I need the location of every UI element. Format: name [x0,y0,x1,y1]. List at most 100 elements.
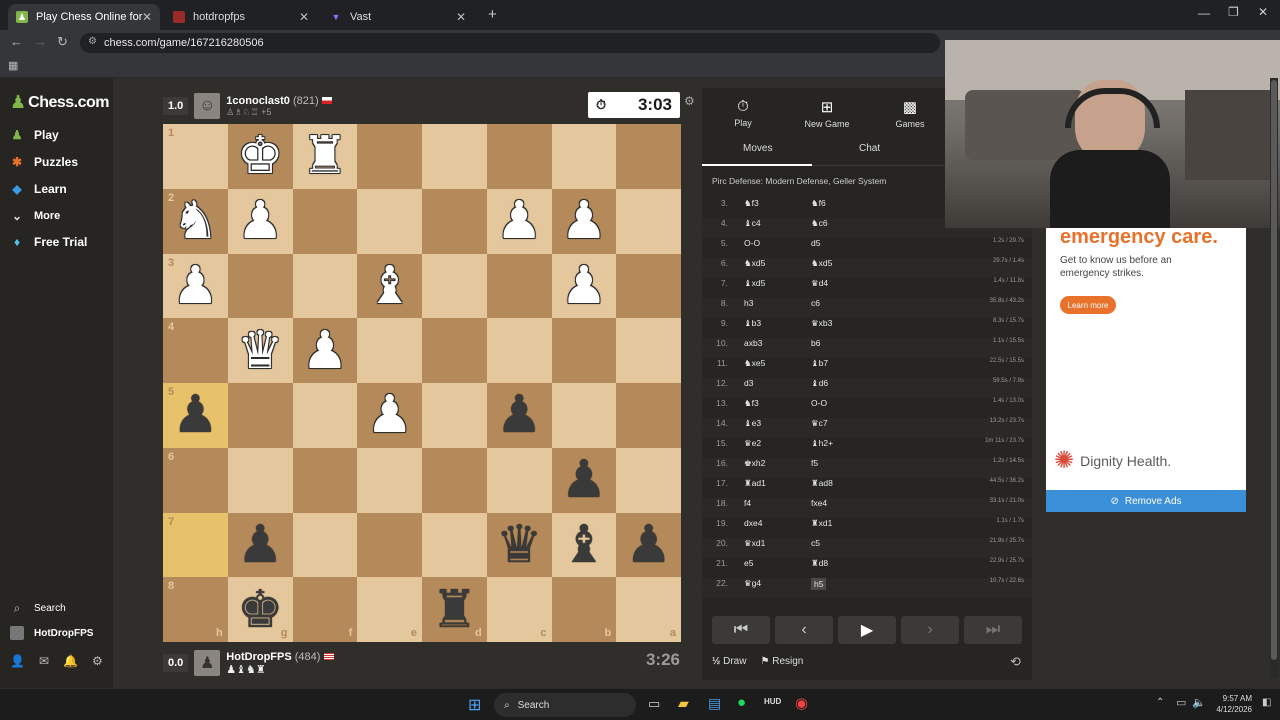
black-move[interactable]: c6 [811,298,820,308]
play-moves-button[interactable]: ▶ [838,616,896,644]
board-square[interactable] [422,318,487,383]
board-square[interactable] [616,383,681,448]
board-square[interactable] [422,253,487,319]
white-move[interactable]: ♞xe5 [744,358,765,369]
white-move[interactable]: ♚xh2 [744,458,765,469]
board-square[interactable] [357,447,422,513]
board-square[interactable]: a [616,577,681,642]
board-square[interactable]: ♟ [551,188,617,254]
chess-piece-icon[interactable]: ♝ [366,260,413,312]
black-move[interactable]: ♜ad8 [811,478,833,489]
sidebar-search[interactable]: ⌕ Search [10,601,66,615]
white-move[interactable]: ♞xd5 [744,258,765,269]
board-square[interactable] [486,253,552,319]
board-square[interactable]: 8h [163,577,228,642]
gear-icon[interactable]: ⚙ [92,654,103,668]
board-square[interactable]: ♟ [292,318,358,383]
chess-piece-icon[interactable]: ♟ [561,260,608,312]
black-move[interactable]: ♞c6 [811,218,828,229]
close-tab-icon[interactable]: ✕ [142,10,152,24]
black-move[interactable]: O-O [811,398,827,408]
white-move[interactable]: ♛xd1 [744,538,765,549]
board-square[interactable]: 4 [163,318,228,383]
friends-icon[interactable]: 👤 [10,654,25,668]
close-window-icon[interactable]: ✕ [1258,5,1268,19]
forward-icon[interactable]: → [34,34,47,49]
black-move[interactable]: ♝d6 [811,378,828,389]
black-move[interactable]: ♝b7 [811,358,828,369]
black-move[interactable]: b6 [811,338,820,348]
board-square[interactable]: ♛ [227,318,293,383]
white-move[interactable]: ♝b3 [744,318,761,329]
chess-piece-icon[interactable]: ♛ [496,519,543,571]
task-view-icon[interactable]: ▭ [648,696,660,712]
black-move[interactable]: ♞f6 [811,198,826,209]
board-square[interactable] [422,512,487,578]
board-square[interactable] [486,318,552,383]
board-square[interactable]: ♜ d [422,577,487,642]
tab-chess[interactable]: ♟ Play Chess Online for FREE - 2 P ✕ [8,4,160,30]
board-square[interactable] [292,253,358,319]
board-square[interactable]: ♜ [292,124,358,189]
clock[interactable]: 9:57 AM 4/12/2026 [1208,693,1252,715]
chess-piece-icon[interactable]: ♚ [237,130,284,182]
board-square[interactable] [486,124,552,189]
taskbar-search[interactable]: ⌕ Search [494,693,636,717]
apps-grid-icon[interactable]: ▦ [8,59,18,72]
close-tab-icon[interactable]: ✕ [299,10,309,24]
remove-ads-button[interactable]: ⊘ Remove Ads [1046,490,1246,512]
page-scrollbar[interactable] [1270,78,1278,678]
resign-button[interactable]: ⚑ Resign [760,656,803,667]
black-move[interactable]: ♜xd1 [811,518,832,529]
board-square[interactable] [551,318,617,383]
flip-board-icon[interactable]: ⟲ [1010,654,1021,670]
white-move[interactable]: d3 [744,378,753,388]
chess-board[interactable]: 1 ♚ ♜ ♞ 2 ♟ ♟ ♟ ♟ 3 ♝ ♟ 4 ♛ ♟ ♟ 5 ♟ ♟ 6 ♟ 7 ♟ ♛ ♝ ♟ 8 h ♚ g f e ♜ d c b a [163,124,681,642]
white-move[interactable]: O-O [744,238,760,248]
back-icon[interactable]: ← [10,34,23,49]
reload-icon[interactable]: ↻ [57,34,68,50]
white-move[interactable]: ♛g4 [744,578,761,589]
bottom-player-name[interactable]: HotDropFPS [226,651,291,663]
previous-move-button[interactable]: ‹ [775,616,833,644]
white-move[interactable]: ♞f3 [744,198,759,209]
board-square[interactable] [227,447,293,513]
bell-icon[interactable]: 🔔 [63,654,78,668]
move-list[interactable]: 3.♞f3♞f612.7s / 9.7s4.♝c4♞c66.0s / 51.7s… [702,198,1032,608]
volume-icon[interactable]: 🔈 [1192,696,1206,709]
chess-piece-icon[interactable]: ♟ [237,519,284,571]
chess-piece-icon[interactable]: ♟ [366,389,413,441]
white-move[interactable]: ♝xd5 [744,278,765,289]
board-square[interactable]: ♝ [357,253,422,319]
draw-button[interactable]: ½ Draw [712,656,746,667]
white-move[interactable]: ♛e2 [744,438,761,449]
white-move[interactable]: ♝e3 [744,418,761,429]
chess-piece-icon[interactable]: ♟ [496,389,543,441]
subtab-chat[interactable]: Chat [859,143,880,154]
black-move[interactable]: h5 [811,578,827,590]
board-square[interactable] [616,124,681,189]
url-input[interactable]: ⚙ chess.com/game/167216280506 [80,33,940,53]
board-square[interactable] [616,253,681,319]
chess-piece-icon[interactable]: ♟ [561,454,608,506]
board-square[interactable] [422,383,487,448]
tab-vast[interactable]: ▼ Vast ✕ [322,4,474,30]
black-move[interactable]: ♜d8 [811,558,828,569]
board-square[interactable] [422,188,487,254]
board-square[interactable] [422,124,487,189]
chess-piece-icon[interactable]: ♝ [561,519,608,571]
first-move-button[interactable]: ⏮ [712,616,770,644]
chess-piece-icon[interactable]: ♟ [237,195,284,247]
mail-icon[interactable]: ✉ [39,654,49,668]
board-square[interactable]: ♞ 2 [163,188,228,254]
board-square[interactable]: ♚ [227,124,293,189]
spotify-icon[interactable]: ● [737,694,746,711]
board-square[interactable]: ♚ g [227,577,293,642]
white-move[interactable]: e5 [744,558,753,568]
windows-start-icon[interactable]: ⊞ [468,695,481,715]
board-square[interactable]: ♟ 3 [163,253,228,319]
board-settings-icon[interactable]: ⚙ [684,94,695,108]
board-square[interactable]: ♟ [357,383,422,448]
white-move[interactable]: ♜ad1 [744,478,766,489]
board-square[interactable]: ♟ [551,447,617,513]
